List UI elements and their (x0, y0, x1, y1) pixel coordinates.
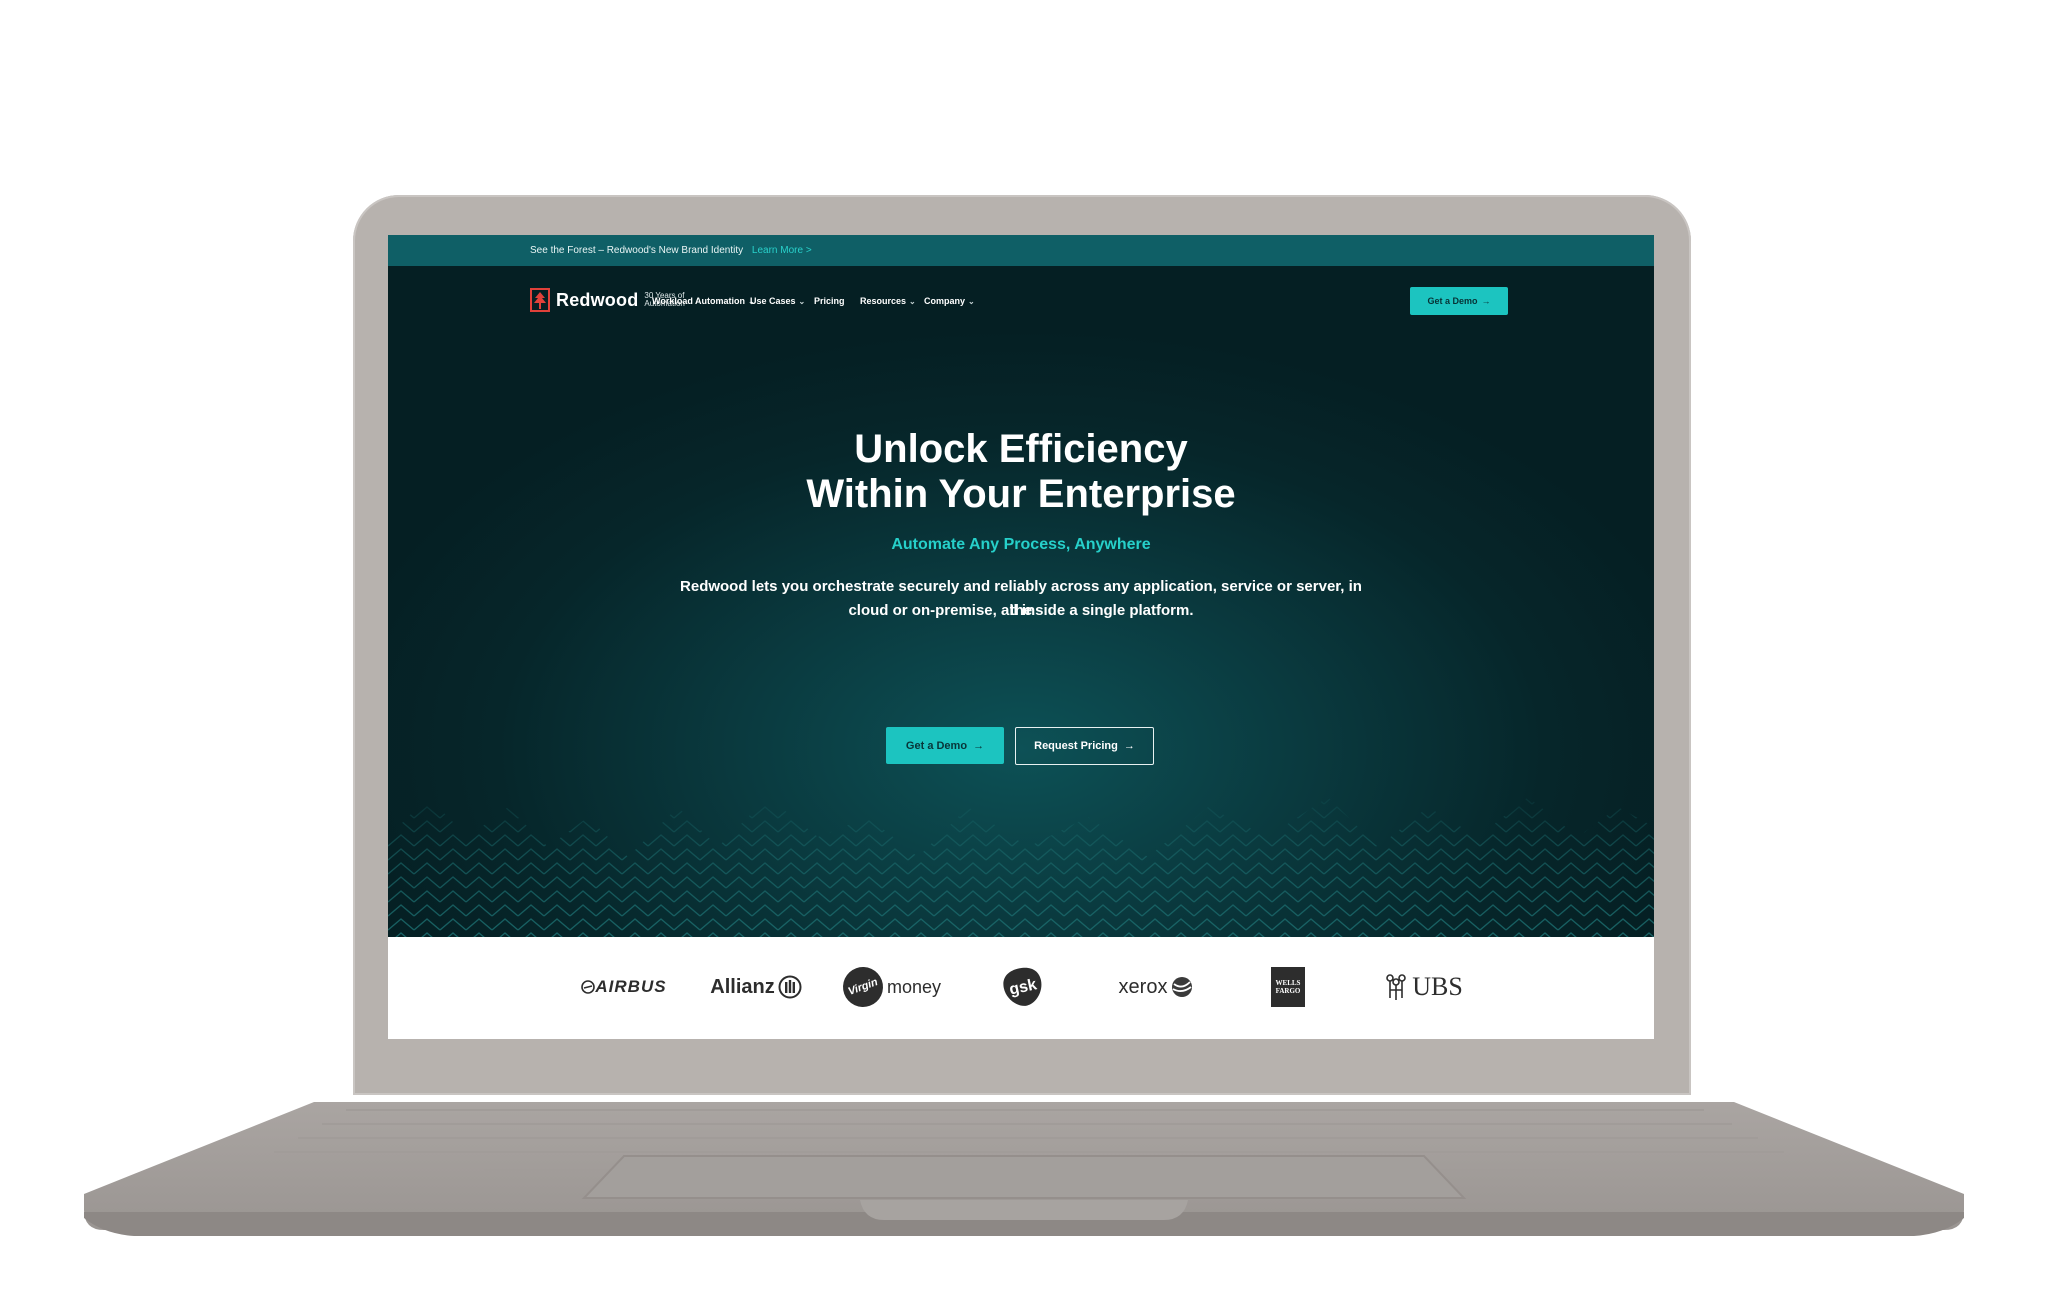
browser-viewport: See the Forest – Redwood's New Brand Ide… (388, 235, 1654, 1039)
allianz-logo: Allianz (706, 965, 806, 1009)
xerox-globe-icon (1172, 977, 1193, 997)
ubs-keys-icon (1386, 974, 1407, 1000)
nav-label: Pricing (814, 296, 845, 306)
allianz-icon (778, 975, 802, 999)
nav-resources[interactable]: Resources ⌄ (860, 296, 916, 306)
arrow-right-icon: → (1481, 296, 1491, 306)
hero-title-line2: Within Your Enterprise (806, 472, 1236, 516)
nav-use-cases[interactable]: Use Cases ⌄ (750, 296, 805, 306)
gsk-logo: gsk (973, 965, 1073, 1009)
nav-company[interactable]: Company ⌄ (924, 296, 975, 306)
nav-pricing[interactable]: Pricing (814, 296, 845, 306)
chevron-down-icon: ⌄ (909, 297, 916, 306)
chevron-down-icon: ⌄ (968, 297, 975, 306)
hero-section: Redwood 30 Years of Automation Workload … (388, 266, 1654, 937)
request-pricing-label: Request Pricing (1034, 740, 1118, 752)
nav-get-demo-button[interactable]: Get a Demo → (1410, 287, 1508, 315)
announcement-text: See the Forest – Redwood's New Brand Ide… (530, 245, 744, 256)
nav-cta-label: Get a Demo (1427, 296, 1478, 306)
xerox-logo: xerox (1106, 965, 1206, 1009)
chevron-down-icon: ⌄ (798, 297, 806, 306)
main-nav: Redwood 30 Years of Automation Workload … (388, 266, 1654, 336)
get-demo-button[interactable]: Get a Demo → (886, 727, 1004, 764)
nav-label: Company (924, 296, 966, 306)
nav-label: Use Cases (750, 296, 796, 306)
gsk-shape-icon: gsk (1003, 967, 1042, 1006)
customer-logos: AIRBUS Allianz Virgin money gsk xerox WE… (388, 937, 1654, 1039)
request-pricing-button[interactable]: Request Pricing → (1015, 727, 1154, 765)
arrow-right-icon: → (1123, 740, 1135, 752)
virgin-badge: Virgin (837, 961, 889, 1013)
wells-fargo-badge: WELLS FARGO (1271, 967, 1305, 1007)
hero-subtitle: Automate Any Process, Anywhere (891, 536, 1151, 553)
arrow-right-icon: → (973, 739, 985, 752)
brand-name: Redwood (556, 289, 639, 310)
redwood-tree-logo-icon (530, 288, 550, 312)
announcement-bar: See the Forest – Redwood's New Brand Ide… (388, 235, 1654, 266)
chevron-forest-pattern (388, 797, 1654, 937)
ubs-logo: UBS (1368, 965, 1478, 1009)
hero-description-line2: cloud or on-premise, all inside a single… (848, 602, 1194, 619)
wells-fargo-logo: WELLS FARGO (1238, 965, 1338, 1009)
virgin-money-logo: Virgin money (837, 961, 942, 1013)
nav-workload-automation[interactable]: Workload Automation ⌄ (652, 296, 755, 306)
nav-label: Workload Automation (652, 296, 745, 306)
airbus-mark-icon (581, 980, 596, 994)
airbus-logo: AIRBUS (574, 965, 674, 1009)
nav-label: Resources (860, 296, 907, 306)
laptop-base (84, 1102, 1964, 1236)
get-demo-label: Get a Demo (905, 739, 968, 752)
learn-more-link[interactable]: Learn More > (752, 245, 812, 256)
hero-title-line1: Unlock Efficiency (854, 427, 1188, 471)
